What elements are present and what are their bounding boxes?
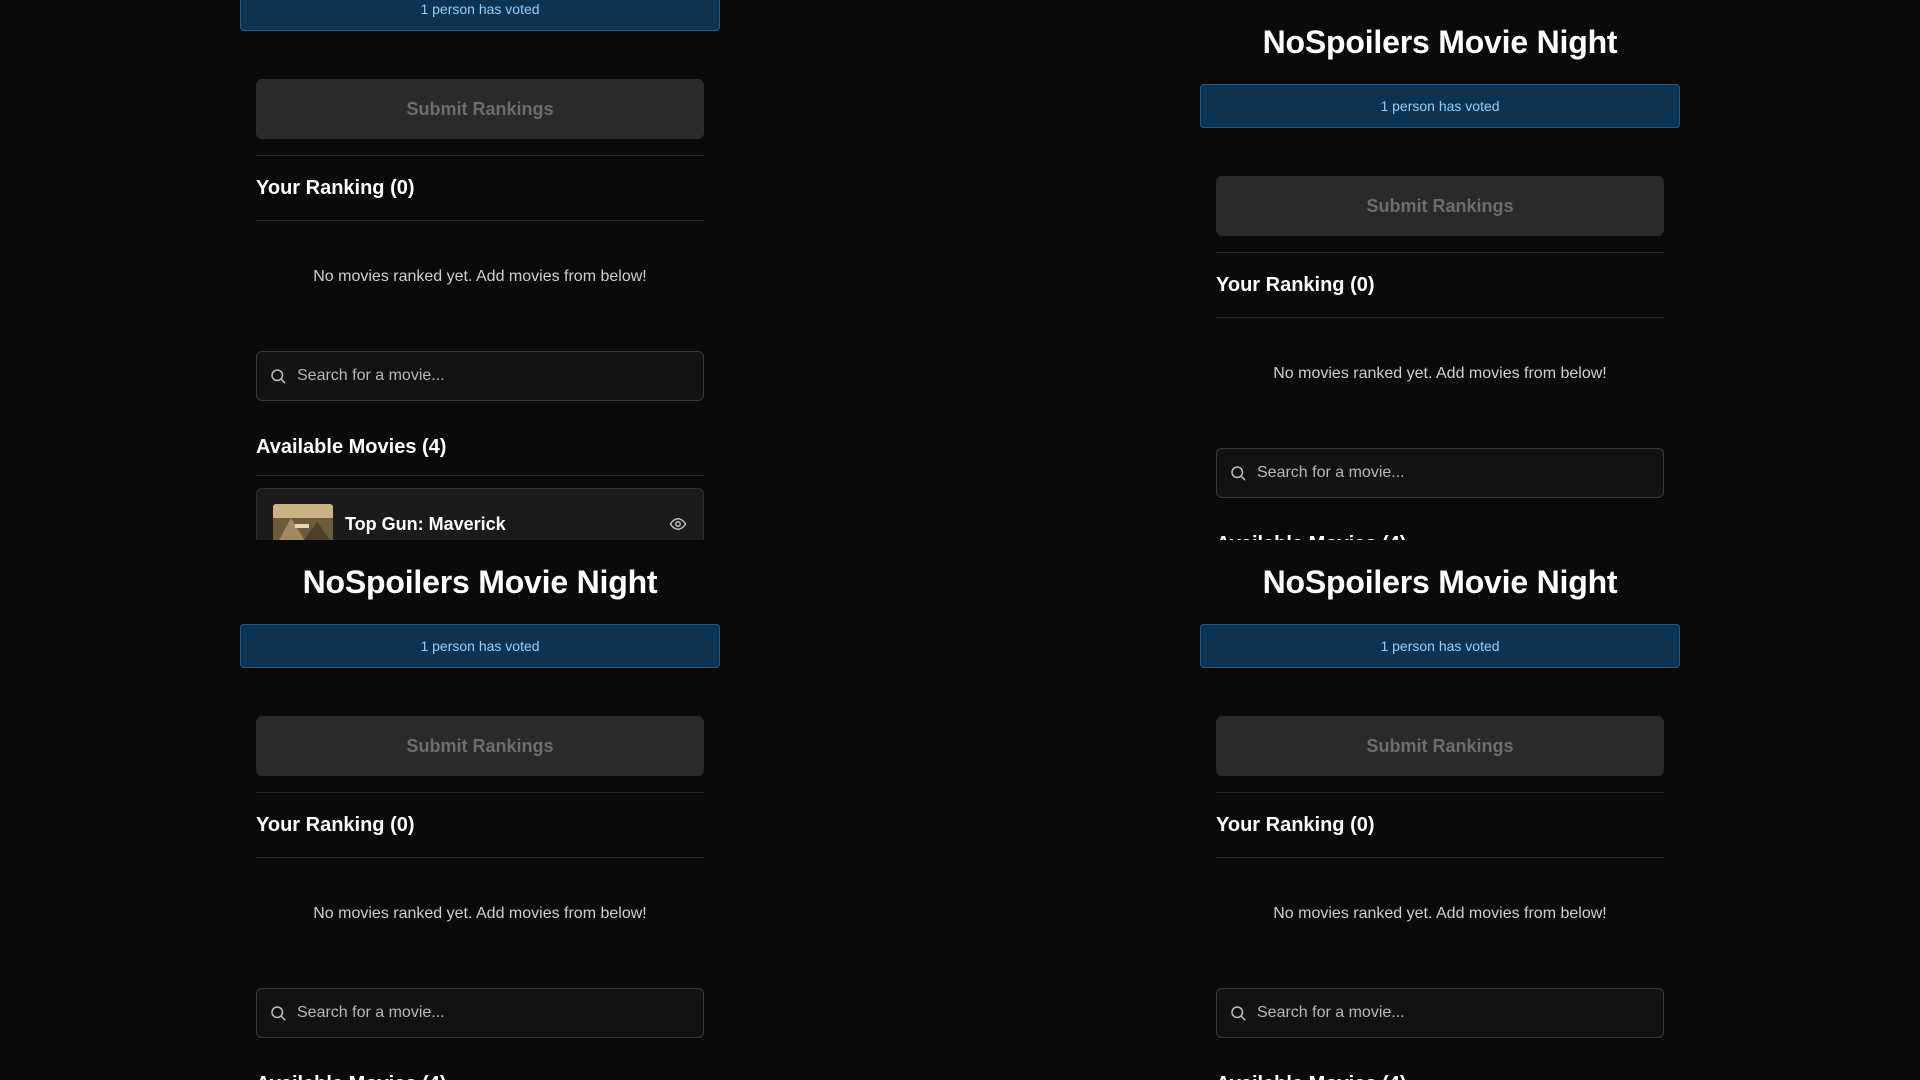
- search-input[interactable]: [1257, 464, 1651, 482]
- content-area: Submit Rankings Your Ranking (0) No movi…: [240, 79, 720, 540]
- page-title: NoSpoilers Movie Night: [1262, 23, 1618, 60]
- movie-card[interactable]: Top Gun: Maverick: [256, 488, 704, 540]
- your-ranking-heading: Your Ranking (0): [256, 176, 415, 199]
- your-ranking-heading: Your Ranking (0): [256, 813, 415, 836]
- movie-title: Top Gun: Maverick: [345, 513, 506, 534]
- submit-rankings-button[interactable]: Submit Rankings: [256, 79, 704, 139]
- search-input[interactable]: [297, 1004, 691, 1022]
- page-title: NoSpoilers Movie Night: [302, 563, 658, 600]
- content-area: Submit Rankings Your Ranking (0) No movi…: [240, 716, 720, 1080]
- divider: [256, 475, 704, 476]
- search-icon: [271, 369, 286, 384]
- ranking-empty-message: No movies ranked yet. Add movies from be…: [1273, 365, 1607, 382]
- content-area: Submit Rankings Your Ranking (0) No movi…: [1200, 716, 1680, 1080]
- ranking-empty-message: No movies ranked yet. Add movies from be…: [313, 905, 647, 922]
- vote-status-banner: 1 person has voted: [240, 624, 720, 668]
- content-area: Submit Rankings Your Ranking (0) No movi…: [1200, 176, 1680, 540]
- search-icon: [1231, 466, 1246, 481]
- vote-status-banner: 1 person has voted: [1200, 84, 1680, 128]
- page-title: NoSpoilers Movie Night: [1262, 563, 1618, 600]
- ranking-empty-message: No movies ranked yet. Add movies from be…: [313, 268, 647, 285]
- search-box[interactable]: [1216, 448, 1664, 498]
- app-column: NoSpoilers Movie Night 1 person has vote…: [1200, 540, 1680, 1080]
- available-movies-heading: Available Movies (4): [256, 1056, 704, 1080]
- app-column: NoSpoilers Movie Night 1 person has vote…: [240, 540, 720, 1080]
- submit-rankings-button[interactable]: Submit Rankings: [1216, 176, 1664, 236]
- ranking-empty-message: No movies ranked yet. Add movies from be…: [1273, 905, 1607, 922]
- search-box[interactable]: [256, 351, 704, 401]
- eye-icon[interactable]: [669, 515, 687, 533]
- search-input[interactable]: [1257, 1004, 1651, 1022]
- your-ranking-heading: Your Ranking (0): [1216, 273, 1375, 296]
- search-icon: [271, 1006, 286, 1021]
- app-column: NoSpoilers Movie Night 1 person has vote…: [240, 0, 720, 540]
- vote-status-banner: 1 person has voted: [1200, 624, 1680, 668]
- app-column: NoSpoilers Movie Night 1 person has vote…: [1200, 0, 1680, 540]
- submit-rankings-button[interactable]: Submit Rankings: [256, 716, 704, 776]
- search-icon: [1231, 1006, 1246, 1021]
- viewport-bottom-left: NoSpoilers Movie Night 1 person has vote…: [0, 540, 960, 1080]
- search-input[interactable]: [297, 367, 691, 385]
- viewport-top-left: NoSpoilers Movie Night 1 person has vote…: [0, 0, 960, 540]
- available-movies-heading: Available Movies (4): [256, 435, 447, 458]
- viewport-bottom-right: NoSpoilers Movie Night 1 person has vote…: [960, 540, 1920, 1080]
- submit-rankings-button[interactable]: Submit Rankings: [1216, 716, 1664, 776]
- available-movies-heading: Available Movies (4): [1216, 516, 1664, 541]
- vote-status-banner: 1 person has voted: [240, 0, 720, 31]
- search-box[interactable]: [1216, 988, 1664, 1038]
- available-movies-heading: Available Movies (4): [1216, 1056, 1664, 1080]
- your-ranking-heading: Your Ranking (0): [1216, 813, 1375, 836]
- viewport-top-right: NoSpoilers Movie Night 1 person has vote…: [960, 0, 1920, 540]
- movie-poster: [273, 504, 333, 540]
- search-box[interactable]: [256, 988, 704, 1038]
